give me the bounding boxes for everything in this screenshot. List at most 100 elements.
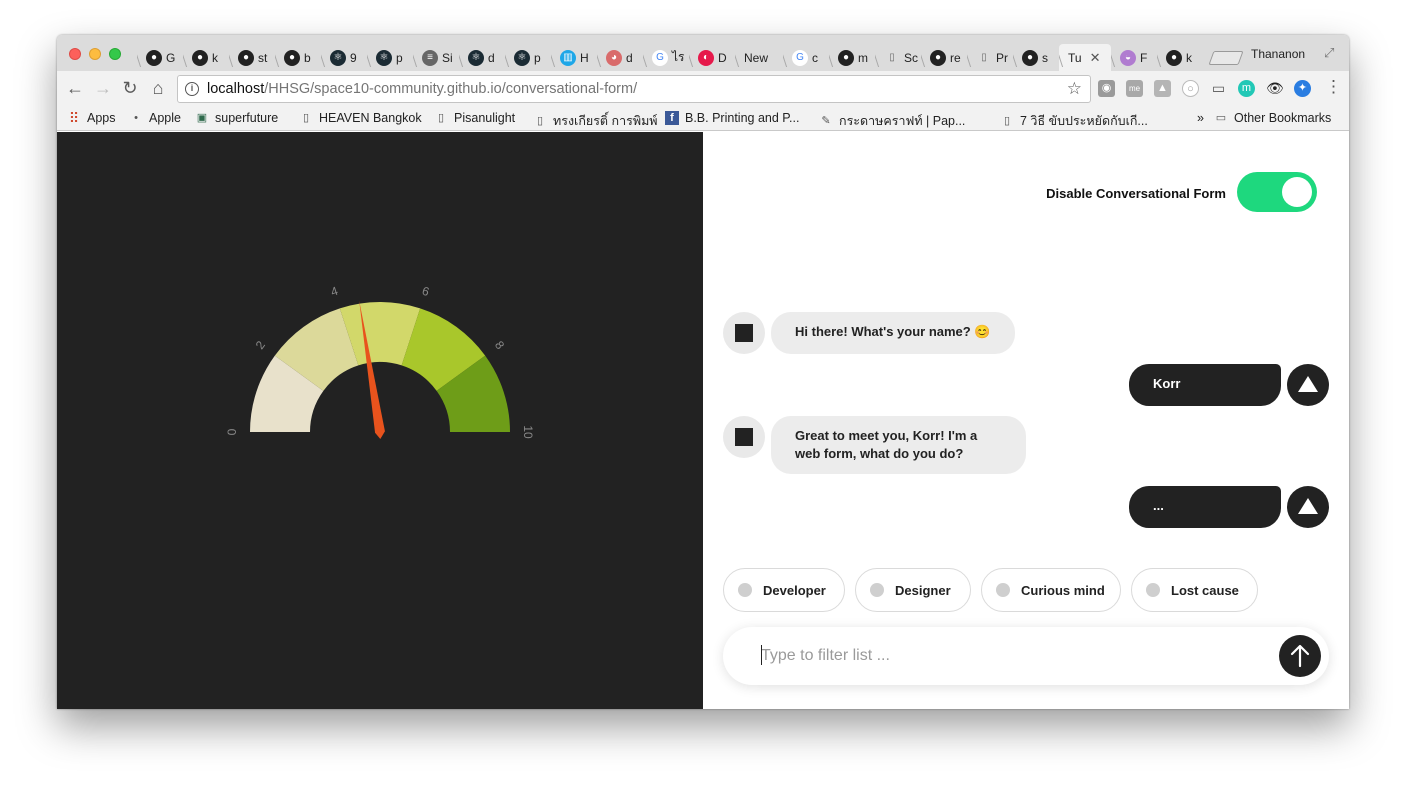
submit-button[interactable] — [1279, 635, 1321, 677]
tab-label: p — [396, 50, 403, 65]
url-path: /HHSG/space10-community.github.io/conver… — [264, 81, 638, 97]
option-designer[interactable]: Designer — [855, 568, 971, 612]
tab-22[interactable]: ● k — [1157, 44, 1203, 71]
window-minimize-button[interactable] — [89, 48, 101, 60]
site-info-icon[interactable]: i — [185, 82, 199, 96]
gauge-tick-label: 8 — [492, 338, 507, 352]
back-icon[interactable]: ← — [65, 78, 85, 99]
tab-16[interactable]: ▯ Sc — [875, 44, 921, 71]
option-developer[interactable]: Developer — [723, 568, 845, 612]
tab-6[interactable]: ≡ Si — [413, 44, 459, 71]
tab-18[interactable]: ▯ Pr — [967, 44, 1013, 71]
tab-17[interactable]: ● re — [921, 44, 967, 71]
extension-circle-icon[interactable]: ○ — [1182, 80, 1199, 97]
disable-form-toggle[interactable] — [1237, 172, 1317, 212]
extension-me-icon[interactable]: me — [1126, 80, 1143, 97]
bookmark-item[interactable]: ▯ ทรงเกียรติ์ การพิมพ์ — [533, 111, 658, 131]
drive-icon[interactable]: ▲ — [1154, 80, 1171, 97]
page-icon: ▯ — [889, 51, 895, 63]
eye-icon[interactable]: 👁 — [1266, 80, 1284, 97]
tab-7[interactable]: ⚛ d — [459, 44, 505, 71]
bookmark-item[interactable]: ⠿ Apps — [67, 111, 116, 125]
user-typing-message: ... — [1129, 486, 1281, 528]
radio-icon — [738, 583, 752, 597]
browser-menu-icon[interactable]: ⋮ — [1325, 77, 1342, 97]
bookmark-item[interactable]: ✎ กระดาษคราฟท์ | Pap... — [819, 111, 965, 131]
reload-icon[interactable]: ↻ — [120, 78, 140, 99]
google-icon: G — [792, 49, 808, 66]
tab-2[interactable]: ● st — [229, 44, 275, 71]
tab-20[interactable]: Tu ✕ — [1059, 44, 1111, 71]
tab-13[interactable]: New — [735, 44, 783, 71]
bookmark-item[interactable]: ▯ Pisanulight — [434, 111, 515, 125]
bookmark-label: 7 วิธี ขับประหยัดกับเกี... — [1020, 114, 1148, 128]
tab-8[interactable]: ⚛ p — [505, 44, 551, 71]
tab-5[interactable]: ⚛ p — [367, 44, 413, 71]
toggle-knob — [1282, 177, 1312, 207]
github-icon: ● — [1022, 49, 1038, 66]
bookmark-item[interactable]: • Apple — [129, 111, 181, 125]
tab-0[interactable]: ● G — [137, 44, 183, 71]
bookmark-item[interactable]: ▯ HEAVEN Bangkok — [299, 111, 422, 125]
url-host: localhost — [207, 81, 265, 97]
gauge-tick-label: 6 — [420, 284, 431, 299]
gauge-panel: 0 2 4 6 8 10 — [57, 132, 703, 709]
tab-1[interactable]: ● k — [183, 44, 229, 71]
cast-icon[interactable]: ▭ — [1210, 80, 1227, 97]
gauge-tick-label: 2 — [253, 338, 268, 352]
bookmark-item[interactable]: ▣ superfuture — [195, 111, 278, 125]
tab-4[interactable]: ⚛ 9 — [321, 44, 367, 71]
stack-icon: ≡ — [422, 49, 438, 66]
facebook-icon: f — [665, 111, 679, 125]
option-curious-mind[interactable]: Curious mind — [981, 568, 1121, 612]
home-icon[interactable]: ⌂ — [148, 78, 168, 99]
bookmark-label: superfuture — [215, 111, 279, 125]
tab-10[interactable]: ◕ d — [597, 44, 643, 71]
tab-19[interactable]: ● s — [1013, 44, 1059, 71]
react-icon: ⚛ — [514, 49, 530, 66]
tab-label: Tu — [1068, 50, 1082, 65]
close-tab-icon[interactable]: ✕ — [1090, 50, 1101, 66]
tab-9[interactable]: ▥ H — [551, 44, 597, 71]
radio-icon — [996, 583, 1010, 597]
fullscreen-icon[interactable]: ⤢ — [1324, 45, 1334, 61]
bookmark-item[interactable]: f B.B. Printing and P... — [665, 111, 799, 125]
github-icon: ● — [930, 49, 946, 66]
extension-blue-icon[interactable]: ✦ — [1294, 80, 1311, 97]
option-lost-cause[interactable]: Lost cause — [1131, 568, 1258, 612]
tab-11[interactable]: G ไร — [643, 44, 689, 71]
filter-input[interactable] — [761, 643, 1241, 669]
tab-label: re — [950, 50, 961, 65]
robot-square-icon — [735, 324, 753, 342]
user-message: Korr — [1129, 364, 1281, 406]
address-bar[interactable]: i localhost/HHSG/space10-community.githu… — [177, 75, 1091, 103]
camera-icon[interactable]: ◉ — [1098, 80, 1115, 97]
extension-m-icon[interactable]: m — [1238, 80, 1255, 97]
window-close-button[interactable] — [69, 48, 81, 60]
tab-label: b — [304, 50, 311, 65]
bookmarks-bar: ⠿ Apps • Apple ▣ superfuture ▯ HEAVEN Bangkok ▯ P… — [57, 107, 1349, 131]
user-avatar — [1287, 364, 1329, 406]
bookmark-item[interactable]: ▯ 7 วิธี ขับประหยัดกับเกี... — [1000, 111, 1148, 131]
tab-12[interactable]: ◐ D — [689, 44, 735, 71]
other-bookmarks-label: Other Bookmarks — [1234, 111, 1332, 125]
bookmarks-overflow-button[interactable]: » — [1197, 111, 1204, 125]
folder-icon: ▭ — [1215, 112, 1227, 124]
new-tab-button[interactable] — [1208, 51, 1244, 65]
bookmark-label: Apps — [87, 111, 116, 125]
other-bookmarks[interactable]: ▭ Other Bookmarks — [1214, 111, 1331, 125]
gauge-tick-label: 10 — [521, 425, 535, 439]
tab-14[interactable]: Gc — [783, 44, 829, 71]
react-icon: ⚛ — [330, 49, 346, 66]
tab-label: Pr — [996, 50, 1008, 65]
tab-3[interactable]: ● b — [275, 44, 321, 71]
forward-icon[interactable]: → — [93, 78, 113, 99]
tab-21[interactable]: ◒ F — [1111, 44, 1157, 71]
react-icon: ⚛ — [468, 49, 484, 66]
option-label: Curious mind — [1021, 582, 1105, 598]
window-maximize-button[interactable] — [109, 48, 121, 60]
profile-name[interactable]: Thananon — [1251, 47, 1305, 61]
filter-input-bar — [723, 627, 1329, 685]
tab-15[interactable]: ● m — [829, 44, 875, 71]
bookmark-star-icon[interactable]: ☆ — [1067, 79, 1082, 99]
